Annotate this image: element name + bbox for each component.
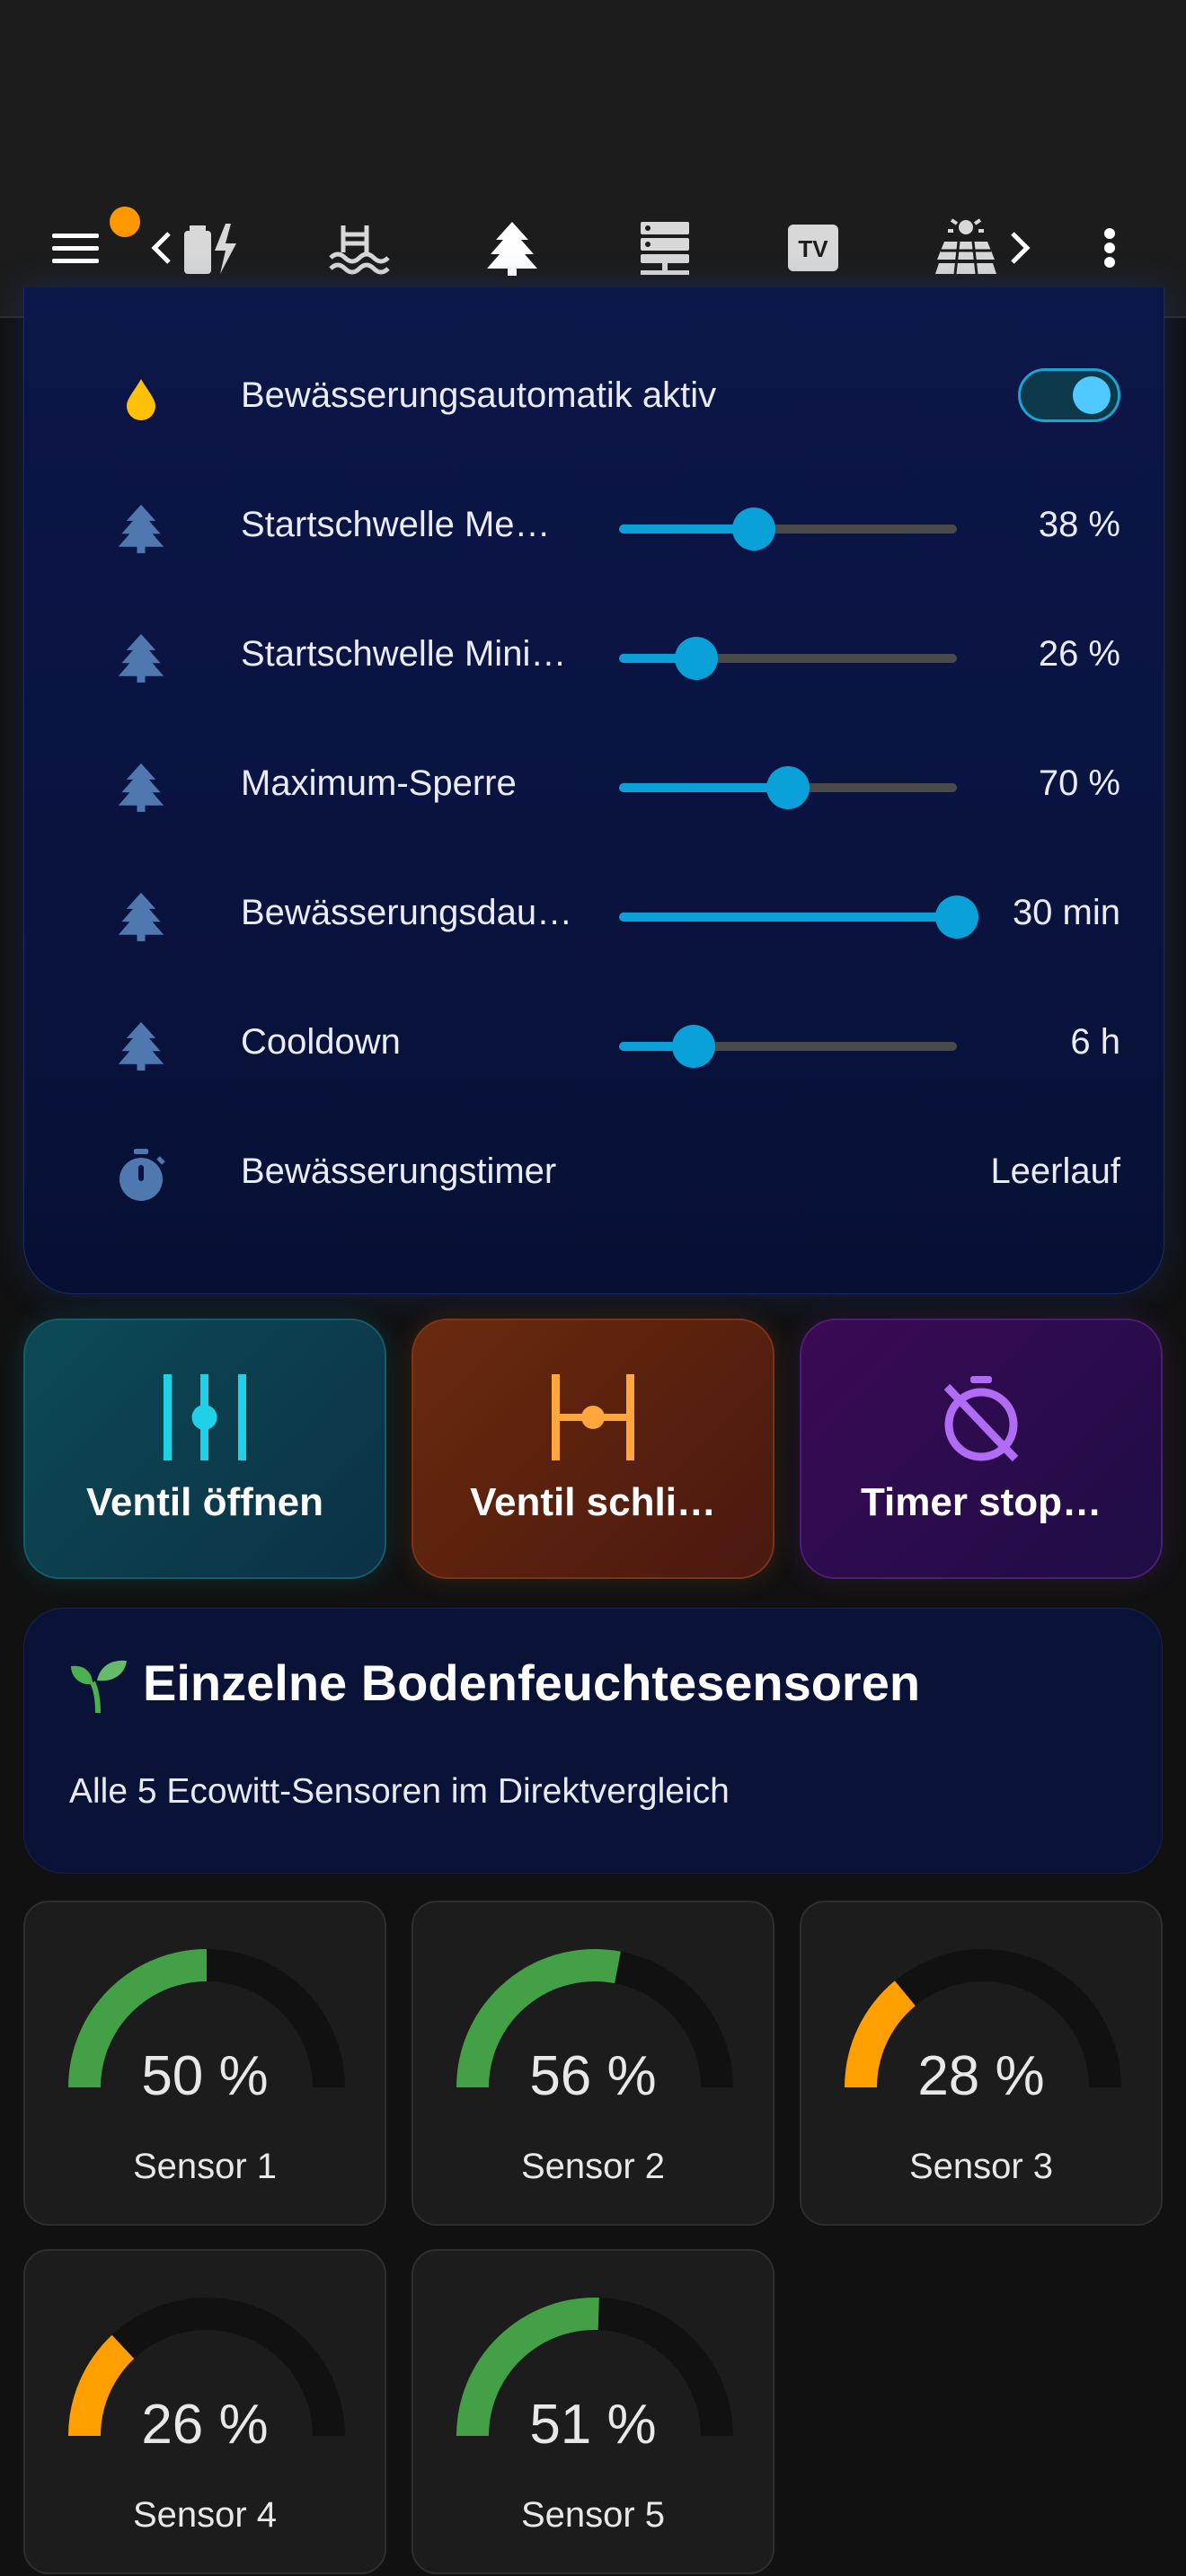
gauge-value: 26 %: [141, 2394, 269, 2456]
slider-label: Bewässerungsdau…: [241, 893, 573, 932]
slider-label: Startschwelle Mini…: [241, 634, 567, 674]
auto-row: Bewässerungsautomatik aktiv: [24, 350, 1164, 440]
sensor-gauge-card[interactable]: 50 % Sensor 1: [23, 1901, 386, 2226]
slider-knob[interactable]: [935, 895, 978, 939]
gauge-value: 50 %: [141, 2045, 269, 2107]
pine-tree-icon: [114, 760, 168, 814]
slider-knob[interactable]: [766, 766, 810, 809]
start-mean-slider[interactable]: [619, 507, 957, 551]
timer-value: Leerlauf: [990, 1151, 1120, 1191]
sensors-title: Einzelne Bodenfeuchtesensoren: [143, 1654, 921, 1711]
timer-off-icon: [801, 1374, 1161, 1464]
sprout-icon: [67, 1654, 130, 1721]
sensors-subtitle: Alle 5 Ecowitt-Sensoren im Direktverglei…: [69, 1772, 730, 1811]
slider-value: 30 min: [1012, 893, 1120, 932]
slider-label: Maximum-Sperre: [241, 763, 517, 803]
slider-label: Cooldown: [241, 1022, 401, 1062]
pine-tree-icon: [114, 631, 168, 684]
pine-tree-icon: [114, 501, 168, 555]
slider-row-max-lock: Maximum-Sperre 70 %: [24, 738, 1164, 828]
water-drop-icon: [114, 372, 168, 426]
pine-tree-icon: [114, 889, 168, 943]
start-min-slider[interactable]: [619, 637, 957, 680]
sensor-gauge-card[interactable]: 26 % Sensor 4: [23, 2249, 386, 2574]
slider-value: 70 %: [1038, 763, 1120, 803]
auto-toggle[interactable]: [1018, 368, 1120, 422]
pine-tree-icon: [114, 1019, 168, 1072]
valve-close-label: Ventil schli…: [470, 1480, 716, 1524]
valve-open-button[interactable]: Ventil öffnen: [23, 1319, 386, 1579]
valve-open-icon: [25, 1374, 385, 1460]
gauge-label: Sensor 5: [520, 2495, 666, 2535]
sensor-gauge-card[interactable]: 56 % Sensor 2: [412, 1901, 774, 2226]
slider-row-duration: Bewässerungsdau… 30 min: [24, 868, 1164, 957]
slider-row-start-min: Startschwelle Mini… 26 %: [24, 609, 1164, 699]
gauge-value: 28 %: [917, 2045, 1045, 2107]
slider-knob[interactable]: [675, 637, 719, 680]
gauge-label: Sensor 4: [132, 2495, 278, 2535]
slider-knob[interactable]: [732, 507, 776, 551]
slider-value: 38 %: [1038, 505, 1120, 544]
svg-text:TV: TV: [798, 235, 828, 262]
gauge-value: 56 %: [529, 2045, 657, 2107]
valve-open-label: Ventil öffnen: [86, 1480, 323, 1524]
auto-label: Bewässerungsautomatik aktiv: [241, 375, 717, 415]
slider-label: Startschwelle Me…: [241, 505, 551, 544]
timer-stop-label: Timer stop…: [860, 1480, 1102, 1524]
slider-value: 26 %: [1038, 634, 1120, 674]
gauge-value: 51 %: [529, 2394, 657, 2456]
gauge-label: Sensor 1: [132, 2147, 278, 2186]
sensors-header-card: Einzelne Bodenfeuchtesensoren Alle 5 Eco…: [23, 1608, 1163, 1874]
sensor-gauge-card[interactable]: 51 % Sensor 5: [412, 2249, 774, 2574]
slider-row-cooldown: Cooldown 6 h: [24, 997, 1164, 1087]
gauge-label: Sensor 3: [908, 2147, 1054, 2186]
gauge-label: Sensor 2: [520, 2147, 666, 2186]
irrigation-controls-card: Bewässerungsautomatik aktiv Startschwell…: [23, 287, 1164, 1294]
timer-icon: [114, 1148, 168, 1202]
slider-value: 6 h: [1070, 1022, 1120, 1062]
valve-close-button[interactable]: Ventil schli…: [412, 1319, 774, 1579]
timer-row[interactable]: Bewässerungstimer Leerlauf: [24, 1126, 1164, 1216]
slider-row-start-mean: Startschwelle Me… 38 %: [24, 480, 1164, 569]
valve-close-icon: [413, 1374, 773, 1460]
timer-stop-button[interactable]: Timer stop…: [800, 1319, 1163, 1579]
cooldown-slider[interactable]: [619, 1025, 957, 1068]
timer-label: Bewässerungstimer: [241, 1151, 557, 1191]
notification-badge: [110, 207, 140, 237]
sensor-gauge-card[interactable]: 28 % Sensor 3: [800, 1901, 1163, 2226]
duration-slider[interactable]: [619, 895, 978, 939]
status-bar: [0, 0, 1186, 180]
max-lock-slider[interactable]: [619, 766, 957, 809]
toggle-knob: [1073, 376, 1111, 414]
slider-knob[interactable]: [671, 1025, 715, 1068]
